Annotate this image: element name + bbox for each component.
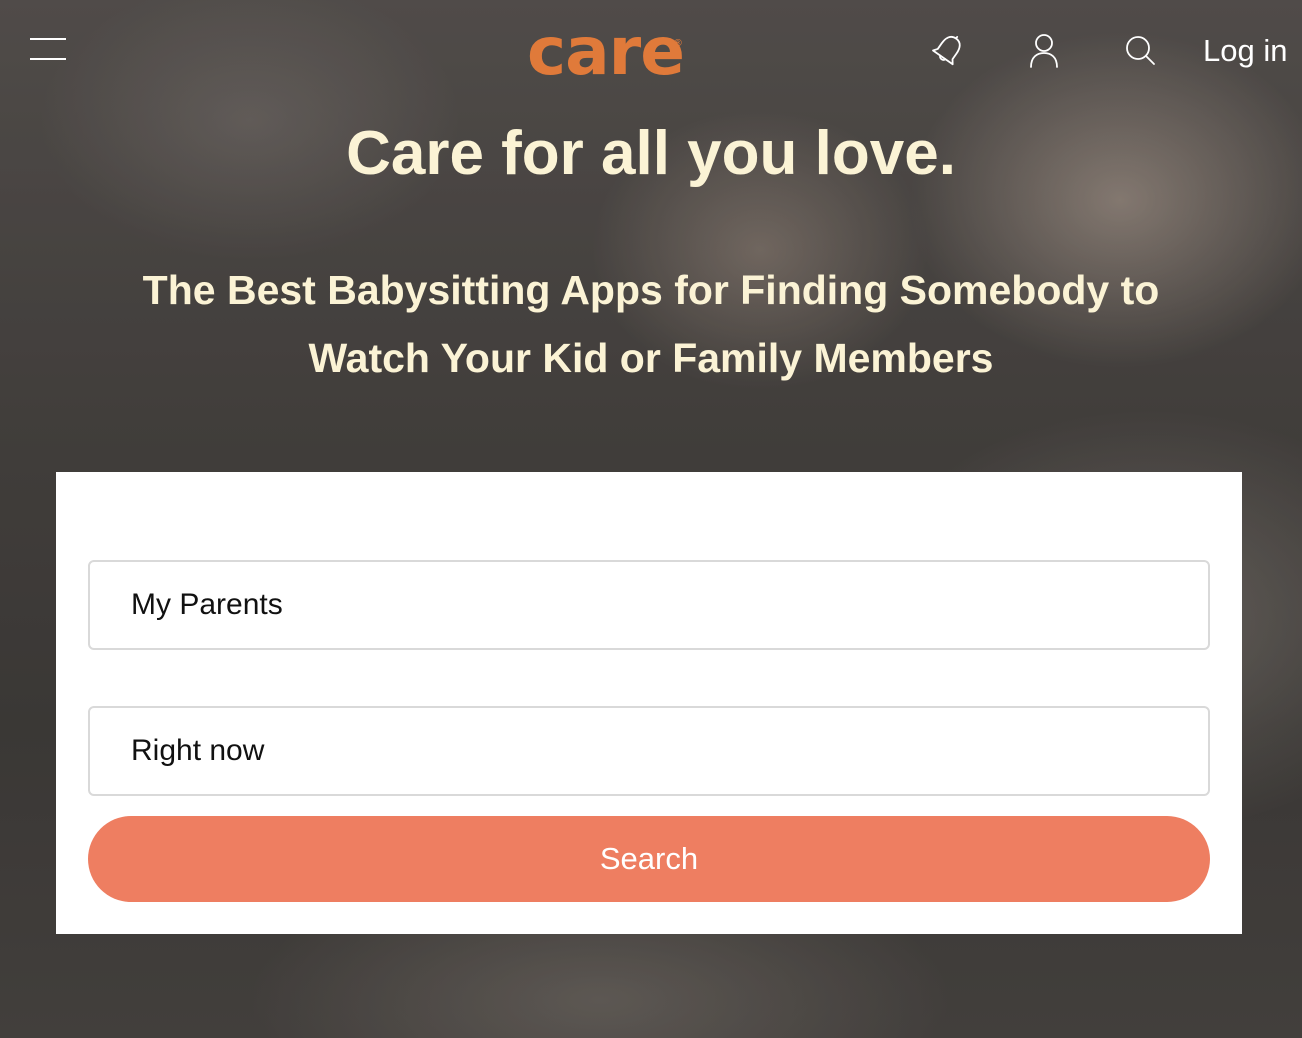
registered-mark: ® bbox=[673, 38, 683, 49]
search-card: My Parents Right now Search bbox=[56, 472, 1242, 934]
search-icon[interactable] bbox=[1120, 30, 1160, 70]
logo-text: care bbox=[527, 13, 685, 90]
hero-tagline: Care for all you love. bbox=[346, 119, 956, 188]
article-title: The Best Babysitting Apps for Finding So… bbox=[142, 267, 1160, 381]
timing-select[interactable]: Right now bbox=[88, 706, 1210, 796]
site-header: care ® Log in bbox=[0, 0, 1302, 100]
login-link[interactable]: Log in bbox=[1203, 30, 1287, 72]
care-type-select[interactable]: My Parents bbox=[88, 560, 1210, 650]
hamburger-menu-icon[interactable] bbox=[30, 36, 68, 62]
search-button[interactable]: Search bbox=[88, 816, 1210, 902]
bell-icon[interactable] bbox=[928, 30, 968, 70]
user-icon[interactable] bbox=[1024, 30, 1064, 70]
care-logo[interactable]: care ® bbox=[527, 12, 685, 92]
